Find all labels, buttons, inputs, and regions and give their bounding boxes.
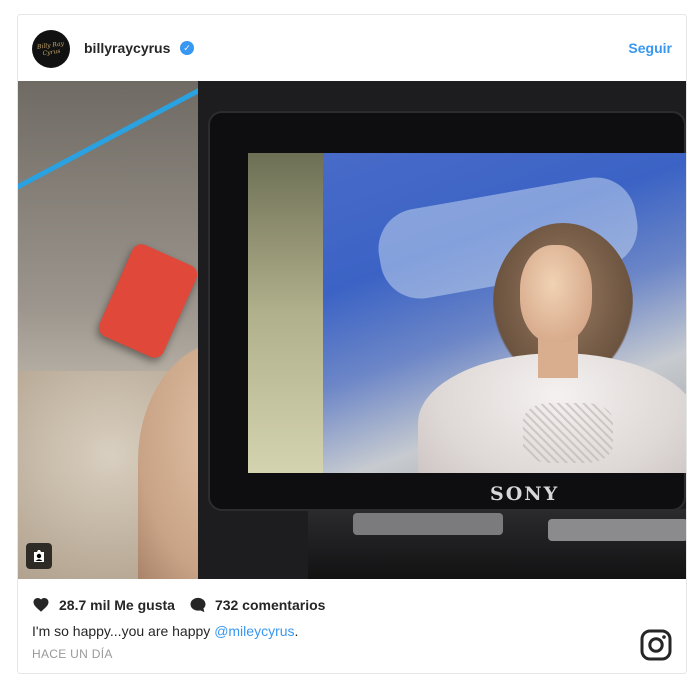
post-actions: 28.7 mil Me gusta 732 comentarios [32, 595, 325, 615]
follow-button[interactable]: Seguir [628, 40, 672, 56]
verified-badge-icon: ✓ [180, 41, 194, 55]
post-photo[interactable]: SONY [18, 81, 686, 579]
user-tag-icon[interactable] [26, 543, 52, 569]
avatar[interactable]: Billy Ray Cyrus [32, 30, 70, 68]
likes-count[interactable]: 28.7 mil Me gusta [59, 597, 175, 613]
screen-edge [248, 153, 323, 473]
post-timestamp[interactable]: HACE UN DÍA [32, 647, 113, 661]
caption-end: . [294, 623, 299, 639]
instagram-logo-icon[interactable] [640, 629, 672, 661]
instagram-embed-card: Billy Ray Cyrus billyraycyrus ✓ Seguir S… [17, 14, 687, 674]
comments-count[interactable]: 732 comentarios [215, 597, 326, 613]
username[interactable]: billyraycyrus [84, 40, 170, 56]
shirt-lace [523, 403, 613, 463]
caption-text: I'm so happy...you are happy [32, 623, 215, 639]
caption-mention-link[interactable]: @mileycyrus [214, 623, 294, 639]
camera-grip [353, 513, 503, 535]
avatar-logo-text: Billy Ray Cyrus [36, 40, 65, 58]
comment-icon[interactable] [189, 596, 207, 614]
post-caption: I'm so happy...you are happy @mileycyrus… [32, 623, 298, 639]
post-header: Billy Ray Cyrus billyraycyrus ✓ Seguir [18, 15, 686, 81]
camera-brand-label: SONY [490, 483, 560, 505]
heart-icon[interactable] [32, 596, 50, 614]
camera-grip [548, 519, 686, 541]
person-face [520, 245, 592, 343]
camera-screen [248, 153, 686, 473]
